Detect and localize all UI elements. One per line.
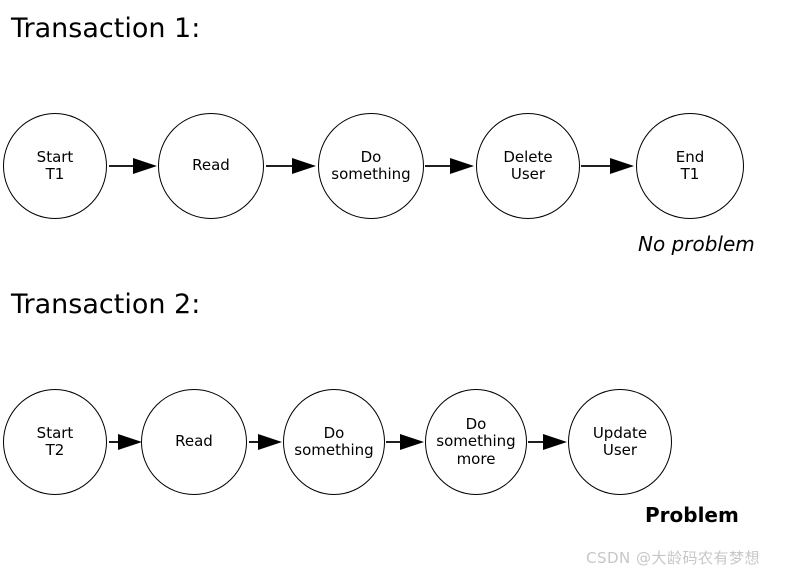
arrow-delete-user-to-end-t1 xyxy=(581,158,634,174)
node-do-something-t1[interactable]: Do something xyxy=(318,113,424,219)
node-label: Delete User xyxy=(503,147,553,183)
node-start-t1[interactable]: Start T1 xyxy=(3,113,107,219)
section-title-transaction-2: Transaction 2: xyxy=(11,289,201,320)
node-label: Do something xyxy=(331,147,411,183)
node-label: Update User xyxy=(592,423,648,459)
arrow-start-t2-to-read xyxy=(109,434,142,450)
node-do-something-more-t2[interactable]: Do something more xyxy=(425,389,527,495)
node-label: Start T2 xyxy=(36,423,74,459)
csdn-watermark: CSDN @大龄码农有梦想 xyxy=(586,549,761,567)
node-read-t1[interactable]: Read xyxy=(158,113,264,219)
annotation-problem: Problem xyxy=(645,503,739,527)
node-read-t2[interactable]: Read xyxy=(141,389,247,495)
section-title-transaction-1: Transaction 1: xyxy=(11,13,201,44)
node-label: Do something more xyxy=(436,415,516,468)
node-label: Read xyxy=(192,156,230,175)
arrow-start-t1-to-read xyxy=(109,158,157,174)
node-delete-user-t1[interactable]: Delete User xyxy=(476,113,580,219)
node-update-user-t2[interactable]: Update User xyxy=(568,389,672,495)
arrow-read-to-do-something-2 xyxy=(249,434,282,450)
annotation-no-problem: No problem xyxy=(638,232,755,256)
arrow-do-something-to-do-something-more xyxy=(386,434,424,450)
node-do-something-t2[interactable]: Do something xyxy=(283,389,385,495)
arrow-do-something-to-delete-user xyxy=(425,158,474,174)
node-start-t2[interactable]: Start T2 xyxy=(3,389,107,495)
node-label: Start T1 xyxy=(36,147,74,183)
node-label: End T1 xyxy=(675,147,705,183)
node-end-t1[interactable]: End T1 xyxy=(636,113,744,219)
node-label: Read xyxy=(175,432,213,451)
diagram-canvas xyxy=(109,158,634,450)
node-label: Do something xyxy=(294,423,374,459)
arrow-do-something-more-to-update-user xyxy=(528,434,567,450)
arrow-read-to-do-something xyxy=(266,158,316,174)
